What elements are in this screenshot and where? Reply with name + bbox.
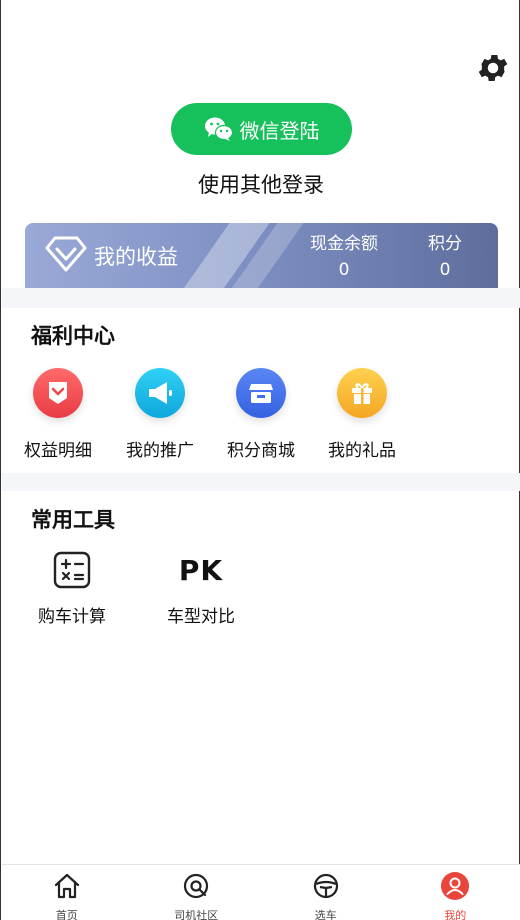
gift-icon: [337, 368, 387, 418]
tab-label: 首页: [55, 909, 78, 920]
megaphone-icon: [135, 368, 185, 418]
tool-item-label: 购车计算: [38, 607, 106, 627]
earnings-title: 我的收益: [94, 245, 178, 269]
pk-icon: PK: [151, 550, 251, 590]
gear-icon[interactable]: [475, 50, 511, 86]
tool-item-car-calculator[interactable]: 购车计算: [22, 550, 122, 627]
cash-balance[interactable]: 现金余额 0: [302, 231, 386, 283]
home-icon: [54, 873, 79, 899]
welfare-item-label: 积分商城: [227, 441, 295, 461]
welfare-item-points-mall[interactable]: 积分商城: [211, 368, 311, 461]
cash-balance-label: 现金余额: [310, 234, 378, 254]
tab-label: 司机社区: [174, 909, 219, 920]
tab-label: 我的: [444, 909, 467, 920]
tab-home[interactable]: 首页: [2, 865, 132, 920]
common-tools-title: 常用工具: [31, 508, 115, 532]
other-login-link[interactable]: 使用其他登录: [1, 169, 520, 199]
steering-wheel-icon: [313, 873, 338, 899]
wechat-login-label: 微信登陆: [239, 118, 320, 143]
section-divider: [2, 473, 520, 491]
points-balance[interactable]: 积分 0: [421, 231, 469, 283]
tab-mine[interactable]: 我的: [391, 865, 520, 920]
bottom-tab-bar: 首页 司机社区 选车 我的: [2, 864, 520, 920]
tool-item-label: 车型对比: [167, 607, 235, 627]
points-label: 积分: [428, 234, 462, 254]
cash-balance-value: 0: [338, 260, 350, 280]
calculator-icon: [22, 550, 122, 590]
welfare-center-title: 福利中心: [31, 324, 115, 348]
wechat-icon: [204, 117, 233, 141]
welfare-item-promotion[interactable]: 我的推广: [110, 368, 210, 461]
welfare-item-label: 我的推广: [126, 441, 194, 461]
tool-item-model-compare[interactable]: PK 车型对比: [151, 550, 251, 628]
earnings-card[interactable]: 我的收益 现金余额 0 积分 0: [25, 223, 498, 288]
community-icon: [184, 873, 209, 899]
section-divider: [2, 288, 520, 308]
welfare-item-benefits[interactable]: 权益明细: [8, 368, 108, 461]
welfare-item-gifts[interactable]: 我的礼品: [312, 368, 412, 461]
pk-icon-text: PK: [178, 553, 224, 587]
diamond-icon: [45, 236, 87, 272]
tab-choose-car[interactable]: 选车: [261, 865, 391, 920]
profile-icon: [441, 872, 470, 900]
app-screen: 微信登陆 使用其他登录 我的收益 现金余额 0 积分 0 福利中心 权益明细 我…: [0, 0, 520, 920]
tab-label: 选车: [314, 909, 337, 920]
tab-community[interactable]: 司机社区: [132, 865, 262, 920]
welfare-item-label: 我的礼品: [328, 441, 396, 461]
welfare-item-label: 权益明细: [24, 441, 92, 461]
badge-icon: [33, 368, 83, 418]
points-value: 0: [439, 260, 451, 280]
wechat-login-button[interactable]: 微信登陆: [171, 103, 352, 155]
store-icon: [236, 368, 286, 418]
